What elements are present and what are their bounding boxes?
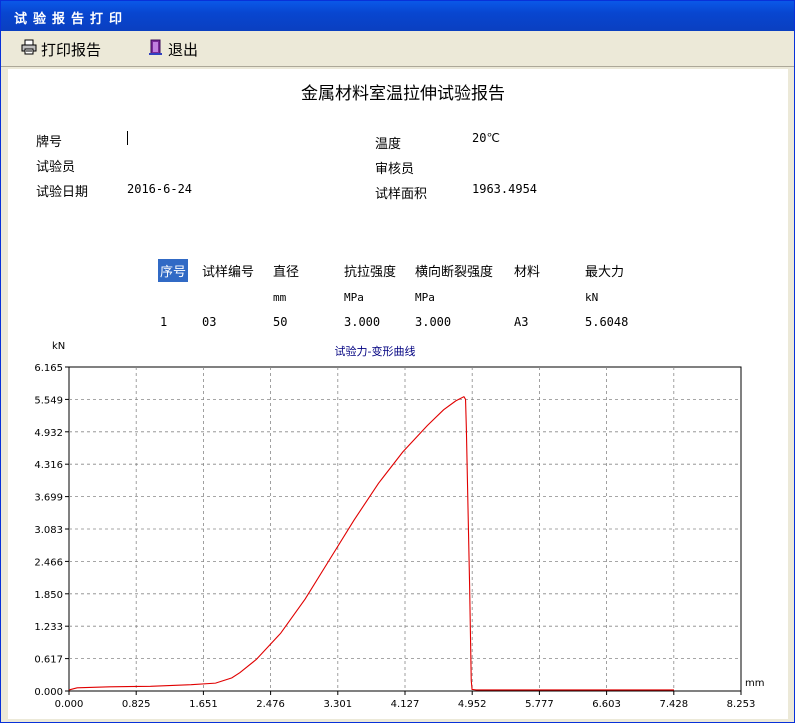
print-report-button[interactable]: 打印报告	[21, 39, 101, 59]
x-tick-label: 1.651	[189, 699, 218, 710]
report-print-window: 试验报告打印 打印报告 退出 金属材料室温拉伸试验报告 牌号 温度 20℃ 试验…	[0, 0, 795, 723]
printer-icon	[21, 39, 37, 59]
temperature-label: 温度	[375, 137, 402, 152]
table-cell-index: 1	[160, 315, 168, 329]
toolbar: 打印报告 退出	[1, 31, 794, 67]
reviewer-label: 审核员	[375, 162, 415, 177]
x-tick-label: 5.777	[525, 699, 554, 710]
test-date-label: 试验日期	[36, 185, 89, 200]
table-cell-tensile-strength: 3.000	[344, 315, 381, 329]
col-header-material[interactable]: 材料	[514, 261, 540, 280]
table-cell-specimen-no: 03	[202, 315, 217, 329]
x-tick-label: 0.825	[122, 699, 151, 710]
y-tick-label: 6.165	[34, 363, 63, 374]
report-area: 金属材料室温拉伸试验报告 牌号 温度 20℃ 试验员 审核员 试验日期 2016…	[8, 69, 788, 719]
table-cell-max-force: 5.6048	[585, 315, 629, 329]
y-tick-label: 1.233	[34, 622, 63, 633]
table-cell-diameter: 50	[273, 315, 288, 329]
exit-button[interactable]: 退出	[148, 39, 198, 59]
col-header-tensile-strength[interactable]: 抗拉强度	[344, 261, 396, 280]
tester-label: 试验员	[36, 160, 76, 175]
specimen-area-label: 试样面积	[375, 187, 428, 202]
y-tick-label: 3.699	[34, 493, 63, 504]
y-tick-label: 4.316	[34, 460, 63, 471]
unit-tensile-strength: MPa	[344, 291, 364, 304]
y-tick-label: 1.850	[34, 590, 63, 601]
brand-label: 牌号	[36, 135, 63, 150]
window-title: 试验报告打印	[14, 12, 129, 27]
x-tick-label: 3.301	[323, 699, 352, 710]
col-header-diameter[interactable]: 直径	[273, 261, 299, 280]
x-tick-label: 7.428	[659, 699, 688, 710]
specimen-area-value: 1963.4954	[472, 182, 538, 196]
x-tick-label: 8.253	[727, 699, 756, 710]
force-deformation-chart: 0.000 0.825 1.651 2.476 3.301 4.127 4.952 5.777…	[34, 341, 764, 710]
y-tick-label: 0.000	[34, 687, 63, 698]
exit-door-icon	[148, 38, 164, 60]
temperature-value: 20℃	[472, 131, 500, 145]
y-tick-label: 5.549	[34, 395, 63, 406]
col-header-max-force[interactable]: 最大力	[585, 261, 624, 280]
x-tick-label: 6.603	[592, 699, 621, 710]
x-tick-label: 0.000	[55, 699, 84, 710]
exit-label: 退出	[168, 40, 199, 59]
table-cell-material: A3	[514, 315, 529, 329]
y-tick-label: 4.932	[34, 428, 63, 439]
x-axis-label: mm	[745, 678, 764, 689]
table-cell-transverse-strength: 3.000	[415, 315, 452, 329]
y-tick-label: 3.083	[34, 525, 63, 536]
col-header-transverse-strength[interactable]: 横向断裂强度	[415, 261, 493, 280]
x-tick-label: 2.476	[256, 699, 285, 710]
unit-diameter: mm	[273, 291, 287, 304]
y-tick-label: 0.617	[34, 655, 63, 666]
unit-transverse-strength: MPa	[415, 291, 435, 304]
chart-title: 试验力-变形曲线	[335, 344, 416, 358]
text-cursor	[127, 131, 128, 145]
title-bar[interactable]: 试验报告打印	[1, 1, 794, 31]
print-report-label: 打印报告	[41, 40, 102, 59]
y-tick-label: 2.466	[34, 557, 63, 568]
test-date-value: 2016-6-24	[127, 182, 193, 196]
x-tick-label: 4.952	[458, 699, 487, 710]
report-title: 金属材料室温拉伸试验报告	[301, 84, 505, 104]
col-header-index[interactable]: 序号	[158, 259, 189, 282]
col-header-specimen-no[interactable]: 试样编号	[202, 261, 254, 280]
x-tick-label: 4.127	[391, 699, 420, 710]
y-axis-label: kN	[52, 341, 65, 352]
unit-max-force: kN	[585, 291, 599, 304]
